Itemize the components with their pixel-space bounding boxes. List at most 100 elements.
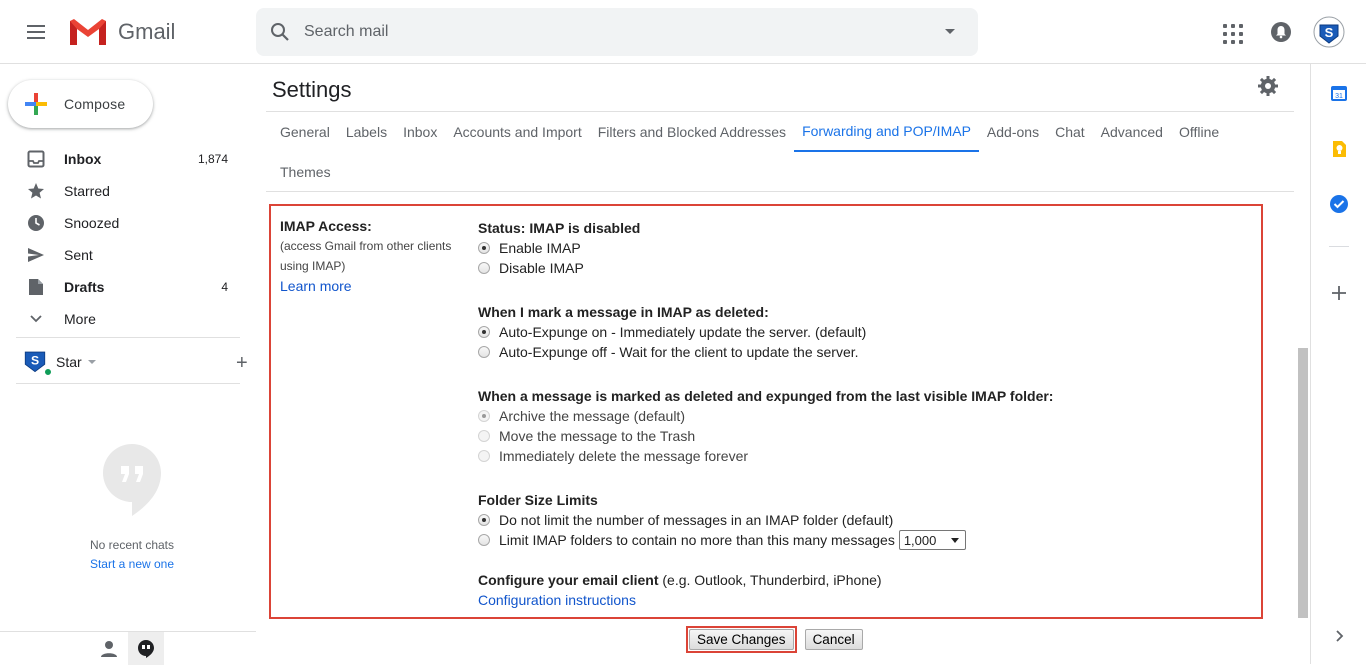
auto-expunge-on-option[interactable]: Auto-Expunge on - Immediately update the… bbox=[478, 322, 1248, 342]
folder-size-limits-heading: Folder Size Limits bbox=[478, 492, 598, 508]
hangouts-user[interactable]: S Star + bbox=[22, 346, 248, 378]
delete-forever-radio[interactable] bbox=[478, 450, 490, 462]
configuration-instructions-link[interactable]: Configuration instructions bbox=[478, 590, 1248, 610]
learn-more-link[interactable]: Learn more bbox=[280, 278, 470, 294]
configure-client-heading: Configure your email client (e.g. Outloo… bbox=[478, 572, 882, 588]
top-bar: Gmail S bbox=[0, 0, 1366, 64]
settings-tabs: General Labels Inbox Accounts and Import… bbox=[272, 112, 1292, 192]
message-limit-select[interactable]: 1,000 bbox=[898, 530, 966, 550]
tab-advanced[interactable]: Advanced bbox=[1093, 112, 1171, 152]
tab-chat[interactable]: Chat bbox=[1047, 112, 1093, 152]
new-conversation-button[interactable]: + bbox=[236, 352, 248, 375]
auto-expunge-off-radio[interactable] bbox=[478, 346, 490, 358]
nav-item-drafts[interactable]: Drafts 4 bbox=[0, 271, 256, 303]
no-limit-radio[interactable] bbox=[478, 514, 490, 526]
svg-text:31: 31 bbox=[1335, 93, 1343, 100]
add-addon-icon[interactable] bbox=[1329, 283, 1349, 303]
dropdown-arrow-icon bbox=[950, 538, 959, 543]
compose-label: Compose bbox=[64, 96, 126, 112]
google-apps-icon[interactable] bbox=[1221, 20, 1245, 44]
person-icon[interactable] bbox=[98, 638, 120, 660]
online-status-dot bbox=[43, 367, 53, 377]
hangouts-avatar: S bbox=[22, 348, 53, 377]
chevron-right-icon[interactable] bbox=[1329, 626, 1349, 646]
tab-labels[interactable]: Labels bbox=[338, 112, 395, 152]
enable-imap-radio[interactable] bbox=[478, 242, 490, 254]
hangouts-user-name: Star bbox=[56, 354, 82, 370]
expunged-behavior-heading: When a message is marked as deleted and … bbox=[478, 388, 1054, 404]
save-changes-button[interactable]: Save Changes bbox=[689, 629, 794, 650]
notifications-icon[interactable] bbox=[1269, 20, 1293, 44]
nav-item-label: Starred bbox=[64, 183, 110, 199]
imap-access-title: IMAP Access: bbox=[280, 218, 372, 234]
compose-button[interactable]: Compose bbox=[8, 80, 153, 128]
gmail-logo[interactable]: Gmail bbox=[68, 16, 175, 48]
start-new-chat-link[interactable]: Start a new one bbox=[0, 557, 264, 571]
calendar-icon[interactable]: 31 bbox=[1329, 83, 1349, 103]
main-menu-button[interactable] bbox=[16, 16, 56, 48]
imap-access-description: (access Gmail from other clients using I… bbox=[280, 239, 452, 273]
imap-access-section: IMAP Access: (access Gmail from other cl… bbox=[269, 204, 1263, 619]
search-options-dropdown-icon[interactable] bbox=[922, 28, 978, 36]
clock-icon bbox=[26, 213, 46, 233]
archive-message-radio[interactable] bbox=[478, 410, 490, 422]
limit-folders-option[interactable]: Limit IMAP folders to contain no more th… bbox=[478, 530, 1248, 550]
tab-general[interactable]: General bbox=[272, 112, 338, 152]
search-input[interactable] bbox=[304, 8, 922, 56]
deleted-behavior-heading: When I mark a message in IMAP as deleted… bbox=[478, 304, 769, 320]
divider bbox=[1329, 246, 1349, 247]
gear-icon[interactable] bbox=[1258, 76, 1280, 98]
page-title: Settings bbox=[272, 77, 352, 102]
tab-accounts-and-import[interactable]: Accounts and Import bbox=[445, 112, 589, 152]
nav-item-snoozed[interactable]: Snoozed bbox=[0, 207, 256, 239]
svg-text:S: S bbox=[31, 353, 39, 367]
account-avatar[interactable]: S bbox=[1313, 16, 1345, 48]
menu-icon bbox=[27, 25, 45, 27]
imap-section-label: IMAP Access: (access Gmail from other cl… bbox=[280, 218, 470, 294]
plus-icon bbox=[8, 91, 64, 117]
move-to-trash-radio[interactable] bbox=[478, 430, 490, 442]
disable-imap-radio[interactable] bbox=[478, 262, 490, 274]
tab-forwarding-and-pop-imap[interactable]: Forwarding and POP/IMAP bbox=[794, 112, 979, 152]
nav-item-inbox[interactable]: Inbox 1,874 bbox=[0, 143, 256, 175]
side-panel: 31 bbox=[1310, 64, 1366, 664]
nav-item-label: More bbox=[64, 311, 96, 327]
svg-text:S: S bbox=[1325, 25, 1334, 40]
keep-icon[interactable] bbox=[1329, 139, 1349, 159]
move-to-trash-option[interactable]: Move the message to the Trash bbox=[478, 426, 1248, 446]
scrollbar-thumb[interactable] bbox=[1298, 348, 1308, 618]
hangouts-icon[interactable] bbox=[128, 632, 164, 665]
auto-expunge-off-option[interactable]: Auto-Expunge off - Wait for the client t… bbox=[478, 342, 1248, 362]
nav-item-sent[interactable]: Sent bbox=[0, 239, 256, 271]
nav-item-more[interactable]: More bbox=[0, 303, 256, 335]
main-scrollbar[interactable] bbox=[1297, 64, 1310, 664]
cancel-button[interactable]: Cancel bbox=[804, 629, 863, 650]
search-icon[interactable] bbox=[256, 8, 304, 56]
no-limit-option[interactable]: Do not limit the number of messages in a… bbox=[478, 510, 1248, 530]
inbox-icon bbox=[26, 149, 46, 169]
tab-themes[interactable]: Themes bbox=[272, 152, 339, 192]
delete-forever-option[interactable]: Immediately delete the message forever bbox=[478, 446, 1248, 466]
draft-count: 4 bbox=[221, 280, 228, 294]
tab-add-ons[interactable]: Add-ons bbox=[979, 112, 1047, 152]
archive-message-option[interactable]: Archive the message (default) bbox=[478, 406, 1248, 426]
chat-bubble-icon bbox=[101, 442, 163, 516]
nav-item-label: Inbox bbox=[64, 151, 102, 167]
imap-status: Status: IMAP is disabled bbox=[478, 220, 641, 236]
chevron-down-icon[interactable] bbox=[87, 360, 96, 364]
tab-inbox[interactable]: Inbox bbox=[395, 112, 445, 152]
limit-folders-radio[interactable] bbox=[478, 534, 490, 546]
auto-expunge-on-radio[interactable] bbox=[478, 326, 490, 338]
save-changes-highlight: Save Changes bbox=[686, 626, 797, 653]
tab-filters-and-blocked-addresses[interactable]: Filters and Blocked Addresses bbox=[590, 112, 794, 152]
tasks-icon[interactable] bbox=[1329, 194, 1349, 214]
disable-imap-option[interactable]: Disable IMAP bbox=[478, 258, 1248, 278]
chevron-down-icon bbox=[26, 309, 46, 329]
nav-item-starred[interactable]: Starred bbox=[0, 175, 256, 207]
folder-list: Inbox 1,874 Starred Snoozed Sent Drafts … bbox=[0, 143, 256, 335]
tab-offline[interactable]: Offline bbox=[1171, 112, 1227, 152]
star-icon bbox=[26, 181, 46, 201]
search-bar[interactable] bbox=[256, 8, 978, 56]
enable-imap-option[interactable]: Enable IMAP bbox=[478, 238, 1248, 258]
send-icon bbox=[26, 245, 46, 265]
